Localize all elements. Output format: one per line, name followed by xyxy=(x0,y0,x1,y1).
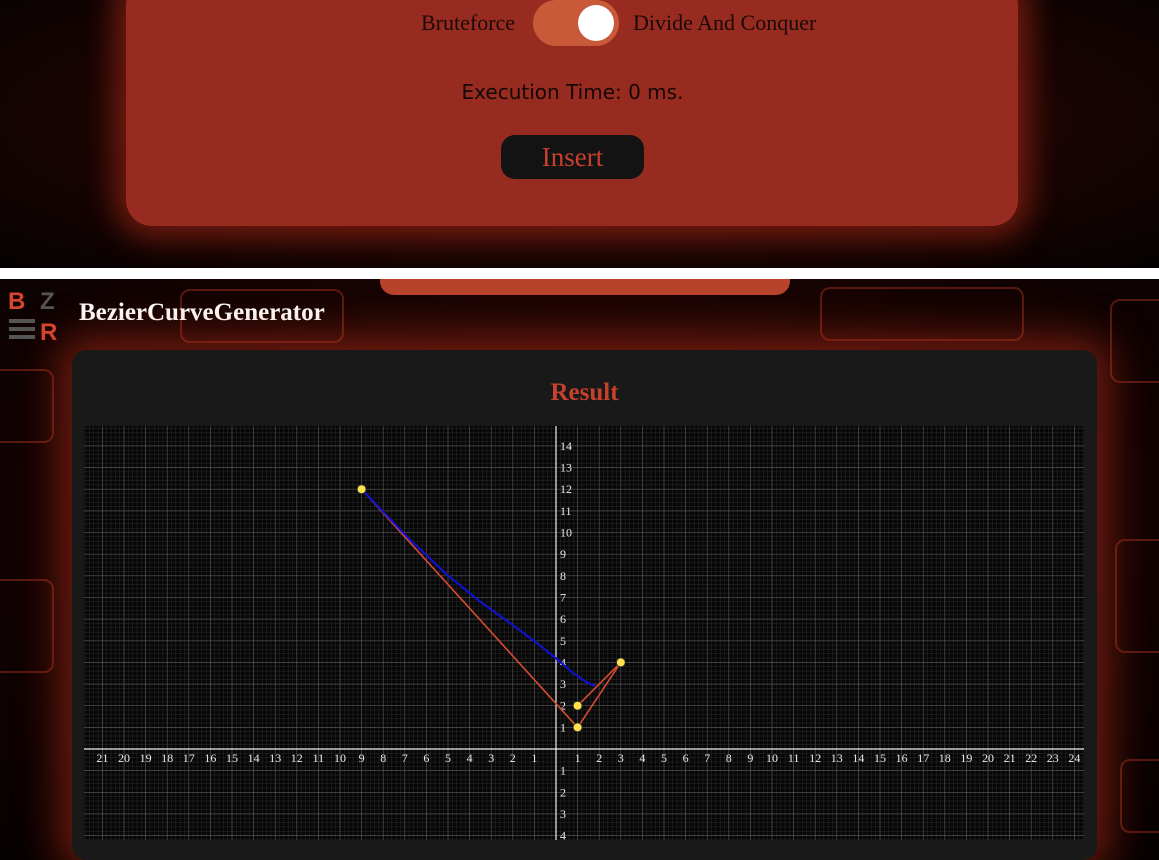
app-title: BezierCurveGenerator xyxy=(79,299,325,326)
x-tick-label: 2 xyxy=(510,751,516,765)
y-tick-label: 3 xyxy=(560,807,566,821)
x-tick-label: 18 xyxy=(161,751,173,765)
x-tick-label: 11 xyxy=(313,751,325,765)
y-tick-label: 5 xyxy=(560,634,566,648)
section-divider xyxy=(0,268,1159,279)
x-tick-label: 17 xyxy=(183,751,195,765)
x-tick-label: 3 xyxy=(488,751,494,765)
background-hex-cell xyxy=(0,579,54,673)
insert-button[interactable]: Insert xyxy=(501,135,644,179)
x-tick-label: 11 xyxy=(788,751,800,765)
background-hex-cell xyxy=(1120,759,1159,833)
execution-time: Execution Time: 0 ms. xyxy=(461,80,684,104)
x-tick-label: 10 xyxy=(766,751,778,765)
x-tick-label: 3 xyxy=(618,751,624,765)
x-tick-label: 21 xyxy=(96,751,108,765)
x-tick-label: 2 xyxy=(596,751,602,765)
y-tick-label: 10 xyxy=(560,526,572,540)
logo-letter-b: B xyxy=(8,288,25,315)
result-section: B Z R BezierCurveGenerator Result 221201… xyxy=(0,279,1159,860)
control-point-icon xyxy=(572,722,583,733)
toggle-knob xyxy=(578,5,614,41)
x-tick-label: 20 xyxy=(118,751,130,765)
x-tick-label: 13 xyxy=(269,751,281,765)
x-tick-label: 4 xyxy=(467,751,473,765)
background-hex-cell xyxy=(820,287,1024,341)
x-tick-label: 7 xyxy=(704,751,710,765)
background-hex-cell xyxy=(1115,539,1159,653)
result-title: Result xyxy=(550,379,619,406)
x-tick-label: 10 xyxy=(334,751,346,765)
x-tick-label: 8 xyxy=(380,751,386,765)
control-point-icon xyxy=(572,700,583,711)
x-tick-label: 5 xyxy=(661,751,667,765)
y-tick-label: 2 xyxy=(560,785,566,799)
y-tick-label: 13 xyxy=(560,461,572,475)
x-tick-label: 12 xyxy=(291,751,303,765)
bruteforce-label: Bruteforce xyxy=(421,10,516,35)
x-tick-label: 23 xyxy=(1047,751,1059,765)
x-tick-label: 1 xyxy=(531,751,537,765)
x-tick-label: 4 xyxy=(639,751,645,765)
algorithm-toggle-row: Bruteforce Divide And Conquer xyxy=(0,0,892,46)
x-tick-label: 22 xyxy=(1025,751,1037,765)
settings-section: Bruteforce Divide And Conquer Execution … xyxy=(0,0,1159,268)
x-tick-label: 15 xyxy=(874,751,886,765)
result-panel: Result 221201918171615141312111098765432… xyxy=(72,350,1097,860)
logo-letter-z: Z xyxy=(40,288,55,315)
y-tick-label: 8 xyxy=(560,569,566,583)
x-tick-label: 7 xyxy=(402,751,408,765)
x-tick-label: 9 xyxy=(747,751,753,765)
y-tick-label: 1 xyxy=(560,720,566,734)
bezier-plot-svg: 2212019181716151413121110987654321123456… xyxy=(84,426,1084,840)
minor-grid xyxy=(84,426,1084,840)
x-tick-label: 15 xyxy=(226,751,238,765)
x-tick-label: 9 xyxy=(359,751,365,765)
x-tick-label: 16 xyxy=(896,751,908,765)
x-tick-label: 6 xyxy=(423,751,429,765)
y-tick-label: 11 xyxy=(560,504,572,518)
x-tick-label: 20 xyxy=(982,751,994,765)
x-tick-label: 18 xyxy=(939,751,951,765)
x-tick-label: 5 xyxy=(445,751,451,765)
bzr-logo-icon: B Z R xyxy=(8,288,57,343)
x-tick-label: 13 xyxy=(831,751,843,765)
x-tick-label: 24 xyxy=(1068,751,1080,765)
y-tick-label: 4 xyxy=(560,829,566,840)
algorithm-toggle[interactable] xyxy=(533,0,619,46)
bezier-plot[interactable]: 2212019181716151413121110987654321123456… xyxy=(84,426,1084,840)
settings-card: Bruteforce Divide And Conquer Execution … xyxy=(126,0,1018,226)
y-tick-label: 14 xyxy=(560,439,572,453)
y-tick-label: 7 xyxy=(560,590,566,604)
x-tick-label: 12 xyxy=(809,751,821,765)
x-tick-label: 16 xyxy=(204,751,216,765)
background-hex-cell xyxy=(0,369,54,443)
divide-and-conquer-label: Divide And Conquer xyxy=(633,10,817,35)
logo-letter-r: R xyxy=(40,319,57,343)
y-tick-label: 1 xyxy=(560,764,566,778)
x-tick-label: 14 xyxy=(852,751,864,765)
y-tick-label: 6 xyxy=(560,612,566,626)
x-tick-label: 14 xyxy=(248,751,260,765)
x-tick-label: 21 xyxy=(1004,751,1016,765)
control-point-icon xyxy=(356,484,367,495)
x-tick-label: 1 xyxy=(575,751,581,765)
settings-card-edge xyxy=(380,279,790,295)
y-tick-label: 12 xyxy=(560,482,572,496)
major-grid xyxy=(84,426,1084,840)
x-tick-label: 6 xyxy=(683,751,689,765)
y-tick-label: 9 xyxy=(560,547,566,561)
x-tick-label: 8 xyxy=(726,751,732,765)
x-tick-label: 19 xyxy=(140,751,152,765)
x-tick-label: 19 xyxy=(960,751,972,765)
y-tick-label: 3 xyxy=(560,677,566,691)
control-point-icon xyxy=(615,657,626,668)
x-tick-label: 17 xyxy=(917,751,929,765)
background-hex-cell xyxy=(1110,299,1159,383)
